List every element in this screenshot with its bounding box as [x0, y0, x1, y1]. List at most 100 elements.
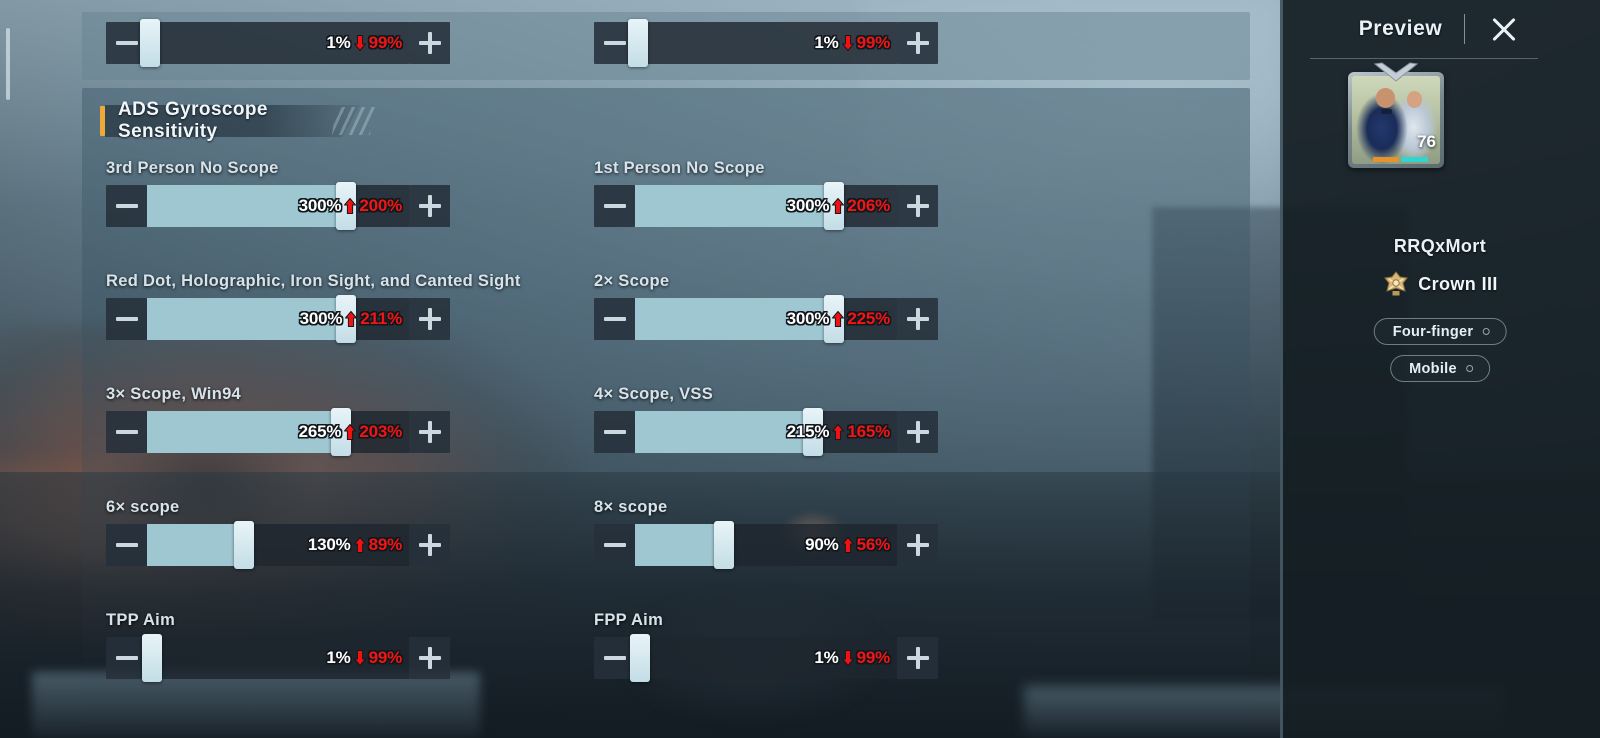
slider-delta: 225% — [847, 309, 890, 328]
slider-thumb[interactable] — [627, 19, 648, 67]
decrease-button[interactable] — [594, 298, 635, 340]
slider-row: 3× Scope, Win94 265% 203% — [106, 385, 450, 456]
slider-control: 300% 211% — [106, 295, 450, 343]
slider-values: 130% 89% — [308, 524, 402, 566]
slider-control: 1% 99% — [106, 19, 450, 67]
slider-track[interactable]: 1% 99% — [142, 634, 409, 682]
decrease-button[interactable] — [594, 411, 635, 453]
increase-button[interactable] — [409, 298, 450, 340]
delta-direction-icon — [832, 198, 845, 214]
slider-row: 3rd Person No Scope 300% 200% — [106, 159, 450, 230]
tag-dot-icon — [1482, 328, 1490, 335]
decrease-button[interactable] — [594, 524, 635, 566]
sidebar-horizontal-divider — [1310, 58, 1538, 59]
slider-label: 3rd Person No Scope — [106, 159, 279, 177]
slider-delta: 206% — [847, 196, 890, 215]
slider-track[interactable]: 265% 203% — [147, 408, 409, 456]
slider-track[interactable]: 300% 206% — [635, 182, 897, 230]
header-divider — [1464, 14, 1466, 44]
slider-thumb[interactable] — [233, 521, 254, 569]
slider-control: 300% 206% — [594, 182, 938, 230]
section-accent-bar — [100, 106, 105, 136]
slider-label: 2× Scope — [594, 272, 670, 290]
slider-track[interactable]: 215% 165% — [635, 408, 897, 456]
tag-mobile[interactable]: Mobile — [1390, 355, 1490, 382]
delta-direction-icon — [353, 537, 366, 553]
slider-value: 1% — [814, 33, 839, 52]
slider-delta: 56% — [856, 535, 891, 554]
tag-four-finger[interactable]: Four-finger — [1373, 318, 1507, 345]
avatar-level-badge: 76 — [1417, 132, 1436, 151]
delta-direction-icon — [832, 424, 845, 440]
slider-row-top: 1% 99% — [106, 19, 450, 67]
slider-row: 6× scope 130% 89% — [106, 498, 450, 569]
slider-delta: 99% — [856, 33, 891, 52]
slider-track[interactable]: 130% 89% — [147, 521, 409, 569]
delta-direction-icon — [841, 537, 854, 553]
slider-thumb[interactable] — [142, 634, 163, 682]
slider-value: 300% — [786, 309, 830, 328]
delta-direction-icon — [344, 424, 357, 440]
slider-row: 2× Scope 300% 225% — [594, 272, 938, 343]
slider-track[interactable]: 300% 211% — [147, 295, 409, 343]
slider-control: 215% 165% — [594, 408, 938, 456]
slider-row: TPP Aim 1% 99% — [106, 611, 450, 682]
decrease-button[interactable] — [106, 411, 147, 453]
tag-label: Four-finger — [1392, 323, 1474, 340]
slider-value: 215% — [786, 422, 830, 441]
slider-values: 1% 99% — [326, 637, 402, 679]
increase-button[interactable] — [409, 411, 450, 453]
slider-track[interactable]: 1% 99% — [630, 634, 897, 682]
slider-track[interactable]: 1% 99% — [139, 19, 409, 67]
increase-button[interactable] — [897, 185, 938, 227]
slider-track[interactable]: 90% 56% — [635, 521, 897, 569]
decrease-button[interactable] — [594, 185, 635, 227]
increase-button[interactable] — [409, 185, 450, 227]
slider-control: 1% 99% — [106, 634, 450, 682]
slider-track[interactable]: 1% 99% — [627, 19, 897, 67]
decrease-button[interactable] — [106, 185, 147, 227]
slider-values: 300% 211% — [300, 298, 403, 340]
slider-control: 1% 99% — [594, 634, 938, 682]
slider-label: Red Dot, Holographic, Iron Sight, and Ca… — [106, 272, 521, 290]
slider-values: 1% 99% — [814, 22, 890, 64]
slider-thumb[interactable] — [630, 634, 651, 682]
slider-control: 1% 99% — [594, 19, 938, 67]
slider-thumb[interactable] — [139, 19, 160, 67]
slider-row: 1st Person No Scope 300% 206% — [594, 159, 938, 230]
increase-button[interactable] — [897, 411, 938, 453]
slider-row: 8× scope 90% 56% — [594, 498, 938, 569]
sidebar-edge — [1280, 0, 1283, 738]
decrease-button[interactable] — [106, 524, 147, 566]
avatar[interactable]: 76 — [1348, 62, 1444, 168]
tag-label: Mobile — [1409, 360, 1457, 377]
increase-button[interactable] — [897, 22, 938, 64]
section-header: ADS Gyroscope Sensitivity — [100, 99, 376, 142]
slider-delta: 89% — [368, 535, 403, 554]
decrease-button[interactable] — [106, 298, 147, 340]
slider-delta: 99% — [856, 648, 891, 667]
slider-track[interactable]: 300% 200% — [147, 182, 409, 230]
slider-value: 300% — [786, 196, 830, 215]
player-rank: Crown III — [1280, 270, 1600, 298]
increase-button[interactable] — [897, 637, 938, 679]
increase-button[interactable] — [897, 524, 938, 566]
slider-thumb[interactable] — [714, 521, 735, 569]
slider-values: 1% 99% — [814, 637, 890, 679]
slider-label: 3× Scope, Win94 — [106, 385, 242, 403]
increase-button[interactable] — [409, 22, 450, 64]
slider-track[interactable]: 300% 225% — [635, 295, 897, 343]
increase-button[interactable] — [897, 298, 938, 340]
decrease-button[interactable] — [594, 637, 635, 679]
slider-values: 215% 165% — [786, 411, 891, 453]
slider-control: 90% 56% — [594, 521, 938, 569]
increase-button[interactable] — [409, 524, 450, 566]
slider-delta: 200% — [359, 196, 402, 215]
slider-values: 1% 99% — [326, 22, 402, 64]
page-scrollbar[interactable] — [6, 28, 10, 100]
slider-row-top: 1% 99% — [594, 19, 938, 67]
close-icon[interactable] — [1487, 12, 1521, 46]
increase-button[interactable] — [409, 637, 450, 679]
decrease-button[interactable] — [106, 637, 147, 679]
delta-direction-icon — [832, 311, 845, 327]
